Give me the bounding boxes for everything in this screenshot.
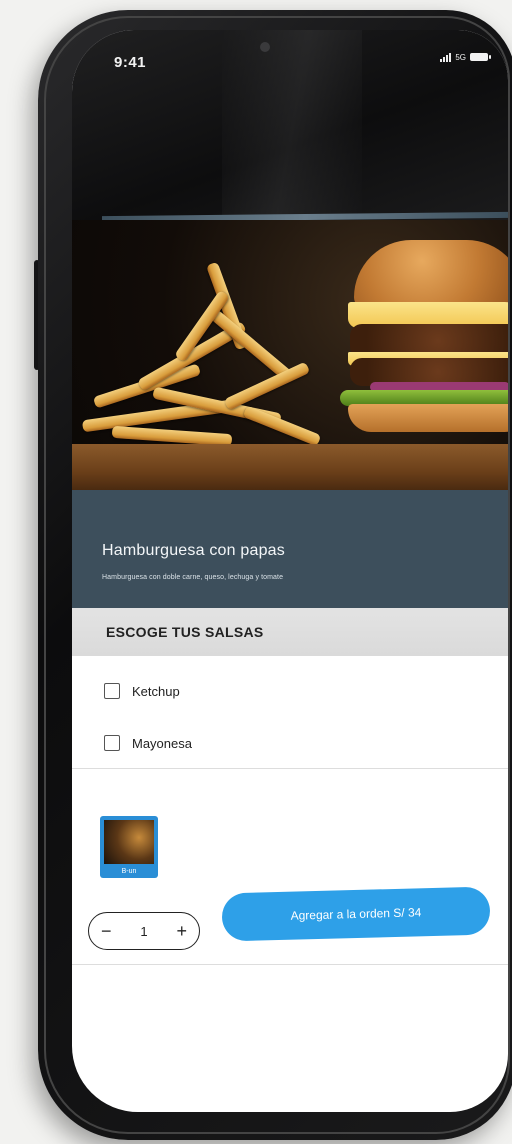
quantity-stepper[interactable]: − 1 + [88, 912, 200, 950]
signal-icon [440, 52, 452, 62]
product-title: Hamburguesa con papas [102, 542, 285, 559]
screen-reflection [222, 30, 362, 230]
network-label: 5G [455, 52, 466, 62]
product-image [72, 220, 508, 490]
product-thumbnail[interactable]: B-un [100, 816, 158, 878]
status-indicators: 5G [440, 52, 491, 62]
decrement-button[interactable]: − [101, 921, 112, 942]
wooden-board [72, 444, 508, 490]
fries [72, 261, 332, 450]
sauces-section-header: ESCOGE TUS SALSAS [72, 608, 508, 656]
thumbnail-image [104, 820, 154, 864]
product-info: Hamburguesa con papas Hamburguesa con do… [72, 490, 508, 608]
increment-button[interactable]: + [176, 921, 187, 942]
sauce-option-ketchup[interactable]: Ketchup [104, 676, 180, 706]
stage: 9:41 5G Hamburguesa con papas Hamburgues… [0, 0, 512, 1144]
sauce-option-mayonesa[interactable]: Mayonesa [104, 728, 192, 758]
checkbox-icon[interactable] [104, 683, 120, 699]
add-to-order-button[interactable]: Agregar a la orden S/ 34 [221, 886, 491, 942]
sauces-section-title: ESCOGE TUS SALSAS [106, 624, 264, 640]
status-bar: 9:41 5G [72, 30, 508, 230]
quantity-value: 1 [140, 923, 148, 939]
sauce-option-label: Ketchup [132, 683, 180, 699]
burger [340, 240, 508, 460]
options-divider [72, 768, 508, 769]
product-description: Hamburguesa con doble carne, queso, lech… [102, 574, 284, 581]
app-screen: 9:41 5G Hamburguesa con papas Hamburgues… [72, 30, 508, 1112]
thumbnail-label: B-un [121, 868, 137, 875]
battery-icon [470, 53, 491, 61]
sauce-option-label: Mayonesa [132, 735, 192, 751]
bottom-divider [72, 964, 508, 965]
camera-dot [260, 42, 270, 52]
status-time: 9:41 [114, 54, 147, 71]
checkbox-icon[interactable] [104, 735, 120, 751]
